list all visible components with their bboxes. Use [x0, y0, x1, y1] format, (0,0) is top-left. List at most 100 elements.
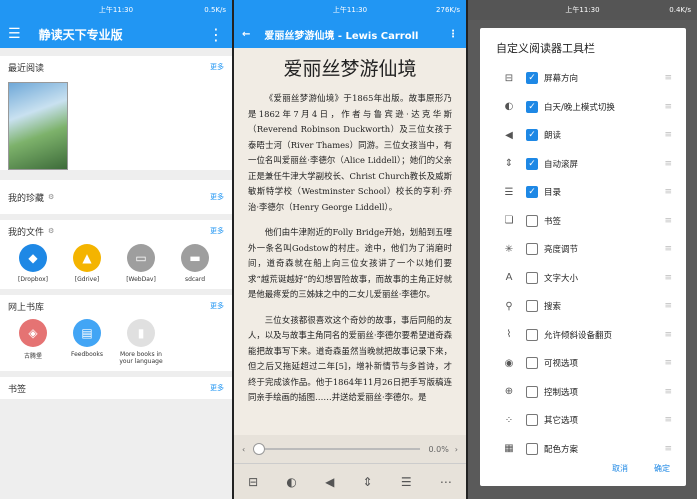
- online-item[interactable]: ◈ 古腾堡: [6, 319, 60, 365]
- option-checkbox[interactable]: [526, 357, 538, 370]
- file-icon: ▬: [181, 244, 209, 272]
- option-checkbox[interactable]: [526, 385, 538, 398]
- files-card: 我的文件 ⚙ 更多 ◆ [Dropbox] ▲ [Gdrive] ▭ [WebDav] ▬ sdc…: [0, 220, 232, 289]
- recent-heading: 最近阅读: [8, 63, 45, 74]
- online-item[interactable]: ▮ More books in your language: [114, 319, 168, 365]
- book-title: 爱丽丝梦游仙境: [283, 58, 417, 80]
- dialog-title: 自定义阅读器工具栏: [496, 42, 595, 55]
- online-heading: 网上书库: [8, 302, 45, 313]
- reader-content[interactable]: 爱丽丝梦游仙境 《爱丽丝梦游仙境》于1865年出版。故事原形乃是1862年7月4…: [234, 48, 466, 420]
- option-checkbox[interactable]: ✓: [526, 100, 538, 113]
- recent-card: 最近阅读 更多: [0, 56, 232, 170]
- recent-more-link[interactable]: 更多: [210, 62, 224, 72]
- gear-icon[interactable]: ⚙: [48, 227, 54, 235]
- auto-scroll-icon[interactable]: ⇕: [363, 475, 373, 489]
- favs-card: 我的珍藏 ⚙ 更多: [0, 180, 232, 214]
- option-checkbox[interactable]: [526, 243, 538, 256]
- option-label: 文字大小: [544, 273, 579, 284]
- day-night-icon[interactable]: ◐: [286, 475, 296, 489]
- file-label: sdcard: [184, 276, 206, 283]
- status-net: 0.5K/s: [204, 6, 226, 14]
- ok-button[interactable]: 确定: [654, 463, 670, 474]
- drag-handle-icon[interactable]: ≡: [664, 387, 672, 397]
- option-icon: ❏: [504, 215, 514, 227]
- option-checkbox[interactable]: ✓: [526, 157, 538, 170]
- prev-page-icon[interactable]: ‹: [242, 445, 245, 454]
- option-row[interactable]: A 文字大小 ≡: [480, 264, 686, 293]
- drag-handle-icon[interactable]: ≡: [664, 216, 672, 226]
- option-checkbox[interactable]: ✓: [526, 129, 538, 142]
- file-item[interactable]: ▲ [Gdrive]: [60, 244, 114, 283]
- file-icon: ▲: [73, 244, 101, 272]
- option-label: 朗读: [544, 131, 562, 142]
- drag-handle-icon[interactable]: ≡: [664, 159, 672, 169]
- drag-handle-icon[interactable]: ≡: [664, 187, 672, 197]
- option-checkbox[interactable]: [526, 300, 538, 313]
- slider-knob[interactable]: [253, 443, 266, 455]
- option-checkbox[interactable]: ✓: [526, 72, 538, 85]
- file-item[interactable]: ▭ [WebDav]: [114, 244, 168, 283]
- option-row[interactable]: ⚲ 搜索 ≡: [480, 292, 686, 321]
- option-checkbox[interactable]: ✓: [526, 186, 538, 199]
- online-item[interactable]: ▤ Feedbooks: [60, 319, 114, 365]
- file-item[interactable]: ◆ [Dropbox]: [6, 244, 60, 283]
- option-label: 亮度调节: [544, 245, 579, 256]
- option-checkbox[interactable]: [526, 442, 538, 455]
- option-row[interactable]: ⁘ 其它选项 ≡: [480, 406, 686, 435]
- option-row[interactable]: ⊟ ✓ 屏幕方向 ≡: [480, 64, 686, 93]
- speaker-icon[interactable]: ◀: [325, 475, 334, 489]
- option-row[interactable]: ⊕ 控制选项 ≡: [480, 378, 686, 407]
- option-icon: ⊟: [504, 72, 514, 84]
- option-row[interactable]: ❏ 书签 ≡: [480, 207, 686, 236]
- reader-title: 爱丽丝梦游仙境 - Lewis Carroll: [264, 30, 419, 42]
- overflow-menu-icon[interactable]: ⋮: [208, 25, 224, 44]
- option-row[interactable]: ◀ ✓ 朗读 ≡: [480, 121, 686, 150]
- cancel-button[interactable]: 取消: [612, 463, 628, 474]
- hamburger-icon[interactable]: ☰: [8, 26, 21, 42]
- option-row[interactable]: ◉ 可视选项 ≡: [480, 349, 686, 378]
- drag-handle-icon[interactable]: ≡: [664, 102, 672, 112]
- option-label: 目录: [544, 188, 562, 199]
- file-label: [WebDav]: [126, 276, 156, 283]
- file-sources: ◆ [Dropbox] ▲ [Gdrive] ▭ [WebDav] ▬ sdcard: [0, 242, 232, 289]
- drag-handle-icon[interactable]: ≡: [664, 273, 672, 283]
- progress-slider[interactable]: [253, 443, 421, 455]
- orientation-icon[interactable]: ⊟: [248, 475, 258, 489]
- option-checkbox[interactable]: [526, 414, 538, 427]
- option-row[interactable]: ◐ ✓ 白天/晚上模式切换 ≡: [480, 93, 686, 122]
- option-row[interactable]: ⇕ ✓ 自动滚屏 ≡: [480, 150, 686, 179]
- drag-handle-icon[interactable]: ≡: [664, 301, 672, 311]
- drag-handle-icon[interactable]: ≡: [664, 330, 672, 340]
- gear-icon[interactable]: ⚙: [48, 193, 54, 201]
- online-more-link[interactable]: 更多: [210, 301, 224, 311]
- option-row[interactable]: ▦ 配色方案 ≡: [480, 435, 686, 464]
- toc-icon[interactable]: ☰: [401, 475, 412, 489]
- next-page-icon[interactable]: ›: [455, 445, 458, 454]
- file-item[interactable]: ▬ sdcard: [168, 244, 222, 283]
- option-row[interactable]: ☰ ✓ 目录 ≡: [480, 178, 686, 207]
- drag-handle-icon[interactable]: ≡: [664, 415, 672, 425]
- book-cover[interactable]: [8, 82, 68, 170]
- drag-handle-icon[interactable]: ≡: [664, 444, 672, 454]
- drag-handle-icon[interactable]: ≡: [664, 130, 672, 140]
- more-icon[interactable]: ⋯: [440, 475, 452, 489]
- drag-handle-icon[interactable]: ≡: [664, 358, 672, 368]
- back-arrow-icon[interactable]: ←: [242, 29, 250, 40]
- option-checkbox[interactable]: [526, 328, 538, 341]
- app-bar: ☰ 静读天下专业版 ⋮: [0, 20, 232, 48]
- favs-more-link[interactable]: 更多: [210, 192, 224, 202]
- bookmarks-more-link[interactable]: 更多: [210, 383, 224, 393]
- online-libraries: ◈ 古腾堡 ▤ Feedbooks ▮ More books in your langua…: [0, 317, 232, 371]
- option-row[interactable]: ⌇ 允许倾斜设备翻页 ≡: [480, 321, 686, 350]
- status-time: 上午11:30: [332, 6, 368, 14]
- option-row[interactable]: ✳ 亮度调节 ≡: [480, 235, 686, 264]
- option-checkbox[interactable]: [526, 271, 538, 284]
- option-label: 屏幕方向: [544, 74, 579, 85]
- overflow-menu-icon[interactable]: ⋮: [448, 29, 458, 40]
- option-icon: ⌇: [506, 329, 512, 341]
- drag-handle-icon[interactable]: ≡: [664, 244, 672, 254]
- status-bar: 上午11:30 0.4K/s: [468, 0, 697, 20]
- drag-handle-icon[interactable]: ≡: [664, 73, 672, 83]
- option-checkbox[interactable]: [526, 214, 538, 227]
- files-more-link[interactable]: 更多: [210, 226, 224, 236]
